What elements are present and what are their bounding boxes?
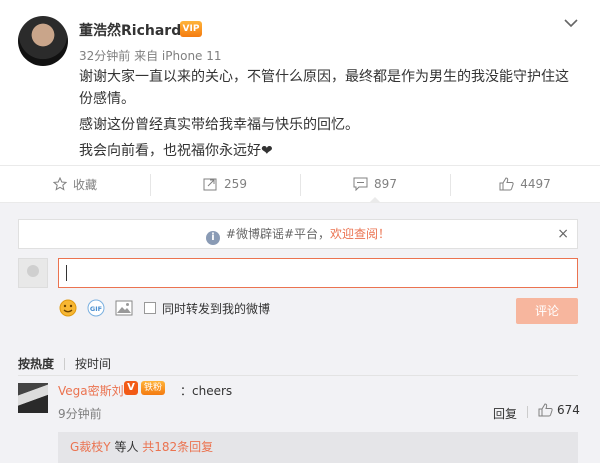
divider [18,375,578,376]
star-icon [52,177,67,191]
gif-icon[interactable]: GIF [86,298,106,318]
author-avatar[interactable] [18,16,68,66]
comment-input[interactable] [58,258,578,288]
current-user-avatar [18,258,48,288]
comment-like-count: 674 [557,403,580,417]
close-icon[interactable]: × [557,220,569,248]
notice-text: #微博辟谣#平台， [225,227,331,241]
post-line-2: 感谢这份曾经真实带给我幸福与快乐的回忆。 [79,117,359,133]
composer-tools: GIF 同时转发到我的微博 [58,297,270,319]
comment-text: ：cheers [180,384,233,398]
text-caret [66,265,67,281]
sort-by-time[interactable]: 按时间 [75,355,111,372]
rumor-notice: i #微博辟谣#平台，欢迎查阅！ × [18,219,578,249]
repost-button[interactable]: 259 [150,166,300,202]
sort-by-hot[interactable]: 按热度 [18,355,54,372]
comment-icon [353,177,368,191]
comment-time: 9分钟前 [58,407,102,421]
sort-divider [64,357,66,370]
comment-actions-divider [527,406,528,418]
like-count: 4497 [520,177,551,191]
sort-options: 按热度 按时间 [18,355,111,372]
replies-count[interactable]: 共182条回复 [142,440,213,454]
post-line-1: 谢谢大家一直以来的关心，不管什么原因，最终都是作为男生的我没能守护住这份感情。 [79,69,569,107]
vip-badge[interactable]: VIP [180,21,202,37]
comment-button[interactable]: 897 [300,166,450,203]
repost-checkbox[interactable] [144,302,156,314]
comment-section: i #微博辟谣#平台，欢迎查阅！ × GIF 同时转发到我的微博 评论 按热度 按… [0,203,600,463]
post-content: 谢谢大家一直以来的关心，不管什么原因，最终都是作为男生的我没能守护住这份感情。 … [79,66,579,162]
notice-link[interactable]: 欢迎查阅！ [330,227,390,241]
like-button[interactable]: 4497 [450,166,600,202]
reply-user-name[interactable]: G裁枝Y [70,440,111,454]
author-name[interactable]: 董浩然Richard [79,20,181,40]
repost-count: 259 [224,177,247,191]
image-icon[interactable] [114,298,134,318]
repost-checkbox-label[interactable]: 同时转发到我的微博 [162,300,270,317]
svg-text:GIF: GIF [90,305,102,313]
reply-button[interactable]: 回复 [493,405,517,422]
submit-comment-button[interactable]: 评论 [516,298,578,324]
heart-icon: ❤ [261,143,273,159]
repost-icon [203,178,217,191]
commenter-avatar[interactable] [18,383,48,413]
thumbs-up-icon [499,177,514,191]
chevron-down-icon[interactable] [562,14,580,32]
post-meta: 32分钟前 来自 iPhone 11 [79,47,222,64]
replies-mid-text: 等人 [110,440,143,454]
emoji-icon[interactable] [58,298,78,318]
info-icon: i [205,231,220,245]
fan-badge[interactable]: 铁粉 [141,381,166,395]
post-line-3: 我会向前看，也祝福你永远好❤ [79,143,273,159]
favorite-label: 收藏 [72,177,97,192]
comment-like-button[interactable]: 674 [538,403,580,417]
thumbs-up-icon [538,403,553,417]
post-source: 来自 iPhone 11 [134,49,222,63]
favorite-button[interactable]: 收藏 [0,166,150,202]
verified-badge[interactable]: V [124,381,138,395]
comment-count: 897 [374,177,397,191]
weibo-post: 董浩然Richard VIP 32分钟前 来自 iPhone 11 谢谢大家一直… [0,0,600,165]
replies-summary[interactable]: G裁枝Y 等人 共182条回复 [58,432,578,463]
commenter-badges: V 铁粉 [124,381,168,395]
post-time[interactable]: 32分钟前 [79,49,130,63]
commenter-name[interactable]: Vega密斯刘 [58,382,124,399]
post-actions: 收藏 259 897 4497 [0,165,600,203]
